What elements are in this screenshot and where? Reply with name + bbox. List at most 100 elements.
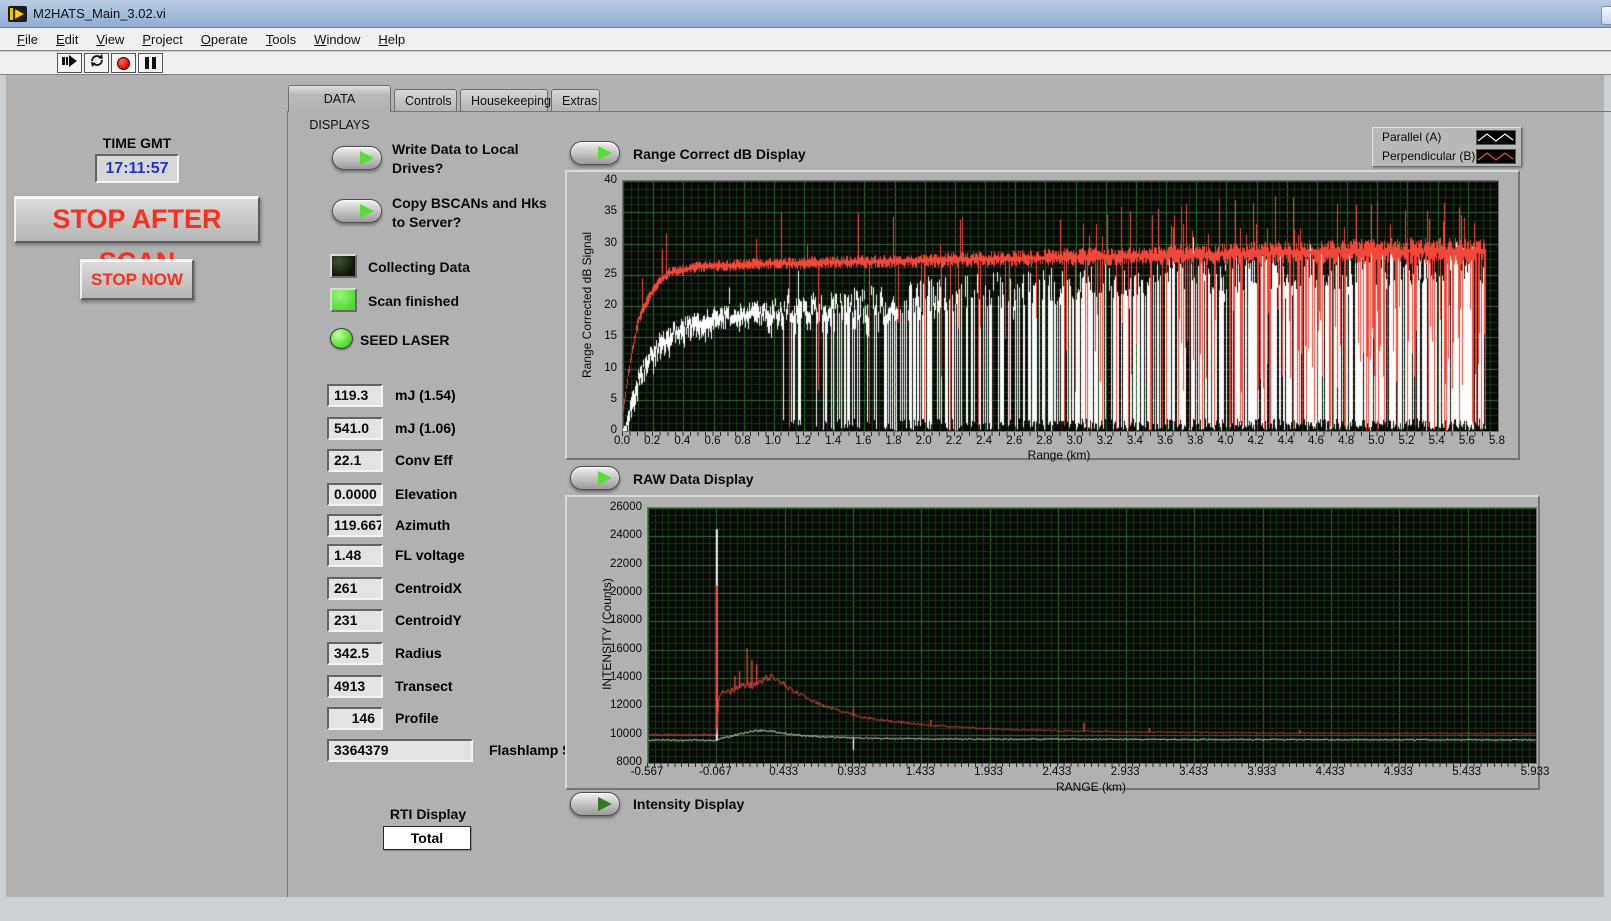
x-axis-ticks: 0.0 0.2 0.4 0.6 0.8 1.0 1.2 1.4 1.6 1.8 2.0 2.2 2.4 2… — [614, 435, 1505, 449]
menu-operate[interactable]: Operate — [192, 30, 257, 49]
y-tick-label: 10 — [604, 361, 617, 374]
x-tick-label: 0.6 — [704, 435, 721, 447]
run-continuous-icon — [89, 53, 105, 73]
x-tick-label: 0.2 — [644, 435, 661, 447]
run-icon — [61, 54, 78, 73]
x-tick-label: 3.933 — [1247, 766, 1277, 778]
y-tick-label: 20000 — [610, 586, 642, 598]
run-continuous-button[interactable] — [84, 53, 109, 73]
x-tick-label: 3.433 — [1179, 766, 1208, 778]
tab-extras[interactable]: Extras — [551, 89, 600, 112]
legend-line-sample-parallel[interactable] — [1476, 130, 1516, 145]
y-axis-ticks: 0 5 10 15 20 25 30 35 40 — [572, 174, 617, 436]
abort-button[interactable] — [111, 53, 136, 73]
x-tick-label: 2.2 — [945, 435, 962, 447]
window-frame-left — [0, 75, 6, 921]
x-tick-label: 0.8 — [734, 435, 751, 447]
y-tick-label: 40 — [604, 174, 617, 186]
x-tick-label: 3.8 — [1187, 435, 1204, 447]
run-button[interactable] — [57, 53, 82, 73]
stop-after-scan-button[interactable]: STOP AFTER SCAN — [14, 196, 260, 277]
raw-data-graph: 8000 10000 12000 14000 16000 18000 20000 22000 2… — [565, 495, 1550, 794]
y-axis-title: INTENSITY (Counts) — [600, 578, 614, 690]
x-tick-label: -0.567 — [630, 766, 664, 778]
stop-now-button[interactable]: STOP NOW — [80, 259, 194, 300]
x-tick-label: 3.4 — [1126, 435, 1143, 447]
menu-file[interactable]: File — [8, 30, 47, 49]
x-tick-label: 1.4 — [825, 435, 842, 447]
menu-edit[interactable]: Edit — [47, 30, 87, 49]
tab-data-displays[interactable]: DATA DISPLAYS — [288, 85, 391, 132]
y-tick-label: 5 — [610, 392, 617, 405]
menu-help[interactable]: Help — [369, 30, 414, 49]
y-tick-label: 30 — [604, 236, 617, 249]
range-correct-plot-area — [622, 180, 1499, 432]
menu-view[interactable]: View — [87, 30, 133, 49]
x-tick-label: 1.6 — [855, 435, 872, 447]
y-tick-label: 14000 — [610, 671, 642, 683]
x-tick-label: 3.2 — [1096, 435, 1113, 447]
window-button-partial[interactable] — [1601, 6, 1611, 25]
x-tick-label: 2.4 — [976, 435, 993, 447]
labview-window: M2HATS_Main_3.02.vi File Edit View Proje… — [0, 0, 1611, 921]
time-gmt-label: TIME GMT — [102, 135, 172, 151]
tab-controls[interactable]: Controls — [394, 89, 457, 112]
y-tick-label: 15 — [604, 330, 617, 343]
menu-window[interactable]: Window — [305, 30, 369, 49]
legend-row-perpendicular: Perpendicular (B) — [1373, 147, 1521, 166]
pause-icon — [145, 57, 156, 69]
x-tick-label: 0.933 — [837, 766, 867, 778]
x-axis-ticks: -0.567 -0.067 0.433 0.933 1.433 1.933 2.433 2.9… — [631, 766, 1550, 780]
x-tick-label: 4.4 — [1277, 435, 1294, 447]
plot-legend: Parallel (A) Perpendicular (B) — [1372, 127, 1522, 167]
x-tick-label: 1.8 — [885, 435, 902, 447]
x-tick-label: 5.4 — [1428, 435, 1445, 447]
y-axis-title: Range Corrected dB Signal — [580, 231, 594, 379]
y-tick-label: 25 — [604, 267, 617, 280]
y-tick-label: 18000 — [610, 614, 642, 627]
x-tick-label: 3.6 — [1157, 435, 1174, 447]
x-tick-label: 4.433 — [1315, 766, 1345, 778]
abort-icon — [117, 56, 130, 70]
time-gmt-display: 17:11:57 — [95, 154, 179, 183]
window-frame-bottom — [0, 897, 1611, 921]
y-tick-label: 24000 — [610, 529, 642, 542]
x-axis-title: RANGE (km) — [1056, 780, 1126, 794]
y-tick-label: 20 — [604, 299, 617, 311]
x-tick-label: 5.0 — [1368, 435, 1385, 447]
x-tick-label: 0.4 — [674, 435, 691, 447]
x-tick-label: 2.0 — [915, 435, 932, 447]
raw-data-plot-area — [647, 507, 1537, 764]
x-tick-label: 2.8 — [1036, 435, 1053, 447]
x-tick-label: 1.0 — [764, 435, 781, 447]
legend-label: Perpendicular (B) — [1382, 149, 1476, 163]
x-tick-label: 4.0 — [1217, 435, 1234, 447]
x-tick-label: 4.933 — [1383, 766, 1413, 778]
x-tick-label: 1.933 — [974, 766, 1003, 778]
pause-button[interactable] — [138, 53, 163, 73]
y-tick-label: 22000 — [610, 557, 642, 570]
x-tick-label: 1.2 — [795, 435, 812, 447]
x-tick-label: 5.8 — [1489, 435, 1505, 447]
y-tick-label: 35 — [604, 205, 617, 218]
range-correct-db-graph: 0 5 10 15 20 25 30 35 40 Range Corrected dB Sign… — [565, 170, 1520, 462]
x-tick-label: 2.433 — [1042, 766, 1072, 778]
x-tick-label: 4.2 — [1247, 435, 1264, 447]
tab-housekeeping[interactable]: Housekeeping — [460, 89, 551, 112]
x-tick-label: 4.8 — [1338, 435, 1355, 447]
window-title: M2HATS_Main_3.02.vi — [33, 6, 166, 21]
x-tick-label: 5.2 — [1398, 435, 1415, 447]
titlebar: M2HATS_Main_3.02.vi — [0, 0, 1611, 28]
y-tick-label: 10000 — [610, 727, 642, 740]
x-tick-label: 1.433 — [905, 766, 935, 778]
x-tick-label: 2.933 — [1110, 766, 1140, 778]
y-tick-label: 16000 — [610, 642, 642, 655]
y-tick-label: 12000 — [610, 699, 642, 712]
x-tick-label: -0.067 — [698, 766, 732, 778]
menu-project[interactable]: Project — [133, 30, 191, 49]
menu-tools[interactable]: Tools — [257, 30, 305, 49]
legend-label: Parallel (A) — [1382, 130, 1442, 144]
legend-line-sample-perpendicular[interactable] — [1476, 149, 1516, 164]
x-tick-label: 0.433 — [769, 766, 798, 778]
legend-row-parallel: Parallel (A) — [1373, 128, 1521, 147]
